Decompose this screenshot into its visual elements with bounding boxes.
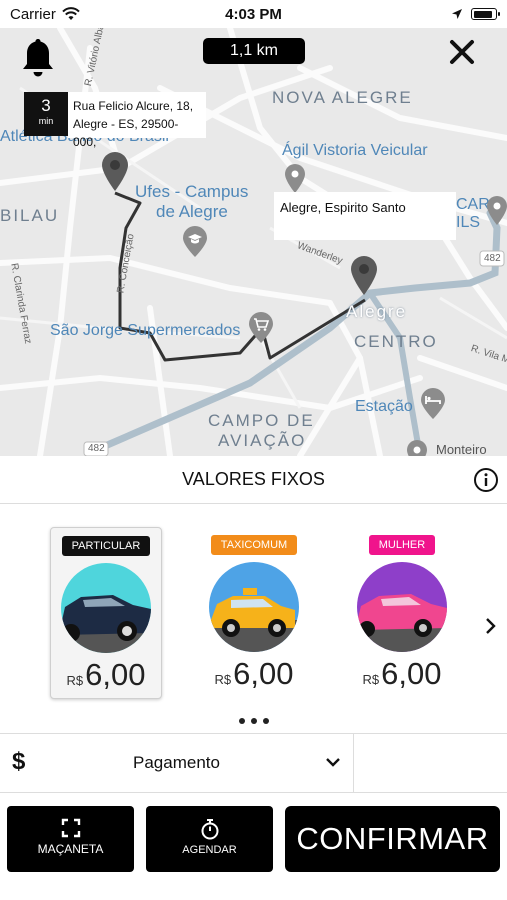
pager-dot: [262, 718, 269, 724]
agendar-label: AGENDAR: [182, 844, 237, 856]
vehicle-badge: MULHER: [368, 535, 436, 555]
graduation-cap-icon: [183, 226, 207, 257]
expand-icon: [61, 818, 80, 838]
sedan-car-icon: [61, 563, 151, 653]
map-label-bilau: BILAU: [0, 206, 60, 225]
origin-address-line1: Rua Felicio Alcure, 18,: [73, 99, 194, 113]
macaneta-button[interactable]: MAÇANETA: [7, 806, 134, 872]
map-label-campo-1: CAMPO DE: [208, 411, 315, 430]
stopwatch-icon: [201, 819, 218, 840]
pager-dot: [238, 718, 245, 724]
map-label-monteiro: Monteiro: [436, 442, 487, 456]
action-bar: MAÇANETA AGENDAR CONFIRMAR: [0, 794, 507, 900]
info-icon[interactable]: [473, 467, 499, 493]
vehicle-currency: R$: [214, 672, 232, 687]
origin-address-line2: Alegre - ES, 29500-000,: [73, 117, 179, 149]
map-label-ufes-2: de Alegre: [156, 202, 228, 221]
destination-pin-icon: [351, 256, 377, 295]
vehicle-carousel[interactable]: PARTICULAR R$ 6,00 TAXICOMUM R$ 6,00 MUL…: [0, 505, 507, 733]
road-482-label: 482: [88, 443, 105, 454]
map-pin-icon: [407, 440, 427, 456]
vehicle-currency: R$: [362, 672, 380, 687]
distance-badge: 1,1 km: [203, 38, 305, 64]
vehicle-badge: PARTICULAR: [61, 536, 151, 556]
map-label-sao-jorge: São Jorge Supermercados: [50, 322, 241, 339]
map-label-campo-2: AVIAÇÃO: [218, 431, 307, 450]
map-view[interactable]: 482 482 NOVA ALEGRE Ágil Vistoria Veicul…: [0, 28, 507, 456]
pager-dot: [250, 718, 257, 724]
payment-select[interactable]: $ Pagamento: [0, 734, 354, 792]
wifi-icon: [62, 7, 80, 20]
chevron-right-icon[interactable]: [484, 617, 498, 635]
pink-car-icon: [357, 562, 447, 652]
vehicle-badge: TAXICOMUM: [210, 535, 298, 555]
carousel-pager: [0, 711, 507, 729]
vehicle-price: 6,00: [233, 656, 294, 691]
origin-address-card[interactable]: Rua Felicio Alcure, 18, Alegre - ES, 295…: [68, 92, 206, 149]
map-label-car-ils: CAR ILS: [456, 196, 490, 231]
vehicle-option-mulher[interactable]: MULHER R$ 6,00: [346, 527, 458, 699]
confirm-button[interactable]: CONFIRMAR: [285, 806, 500, 872]
section-title: VALORES FIXOS: [0, 456, 507, 504]
vehicle-currency: R$: [66, 673, 84, 688]
vehicle-option-particular[interactable]: PARTICULAR R$ 6,00: [50, 527, 162, 699]
battery-icon: [471, 8, 500, 20]
vehicle-option-taxicomum[interactable]: TAXICOMUM R$ 6,00: [198, 527, 310, 699]
chevron-down-icon: [326, 758, 340, 767]
payment-row: $ Pagamento: [0, 733, 507, 793]
close-icon[interactable]: [448, 38, 476, 66]
map-label-nova-alegre: NOVA ALEGRE: [272, 88, 413, 107]
vehicle-price: 6,00: [381, 656, 442, 691]
map-label-centro: CENTRO: [354, 332, 438, 351]
map-label-agil: Ágil Vistoria Veicular: [282, 142, 428, 159]
location-arrow-icon: [452, 9, 462, 19]
taxi-icon: [209, 562, 299, 652]
macaneta-label: MAÇANETA: [37, 842, 104, 856]
payment-label: Pagamento: [133, 753, 220, 772]
status-bar: Carrier 4:03 PM: [0, 0, 507, 28]
map-label-ufes-1: Ufes - Campus: [135, 182, 249, 201]
eta-value: 3: [41, 96, 51, 115]
road-482-label: 482: [484, 253, 501, 264]
map-pin-icon: [487, 196, 507, 225]
eta-unit: min: [38, 116, 54, 126]
bell-icon[interactable]: [20, 37, 56, 79]
origin-pin-icon: [102, 152, 128, 191]
map-pin-icon: [285, 164, 305, 193]
carrier-label: Carrier: [10, 5, 56, 23]
shopping-cart-icon: [249, 312, 273, 343]
destination-address-card[interactable]: Alegre, Espirito Santo: [274, 192, 456, 240]
agendar-button[interactable]: AGENDAR: [146, 806, 273, 872]
hotel-icon: [421, 388, 445, 419]
map-label-estacao: Estação: [355, 398, 413, 415]
map-label-alegre: Alegre: [346, 302, 408, 321]
eta-badge: 3 min: [24, 92, 68, 136]
vehicle-price: 6,00: [85, 657, 146, 692]
